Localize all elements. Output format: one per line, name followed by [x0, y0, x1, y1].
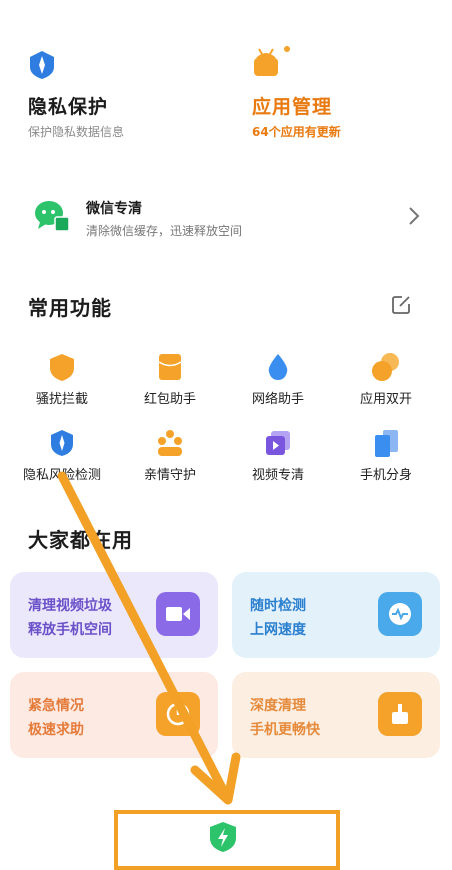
boost-shield-icon[interactable] — [206, 820, 240, 854]
annotation-arrow — [57, 471, 241, 805]
